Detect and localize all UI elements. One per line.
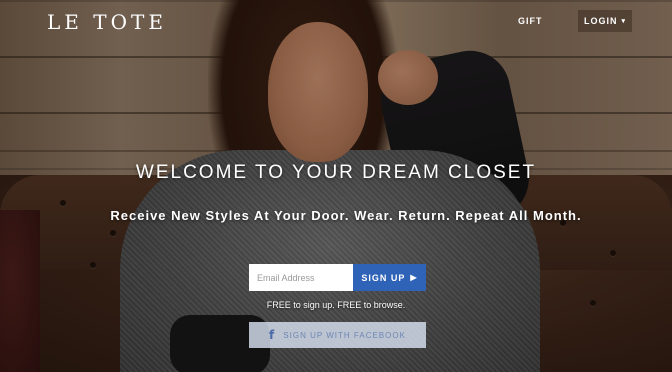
image-overlay xyxy=(0,0,672,372)
nav-gift-link[interactable]: GIFT xyxy=(518,16,543,26)
login-label: LOGIN xyxy=(583,16,618,26)
free-signup-text: FREE to sign up. FREE to browse. xyxy=(266,300,406,310)
sign-up-button[interactable]: SIGN UP ▶ xyxy=(353,264,426,291)
login-dropdown-button[interactable]: LOGIN ▾ xyxy=(578,10,632,32)
facebook-signup-button[interactable]: f SIGN UP WITH FACEBOOK xyxy=(249,322,426,348)
email-input[interactable] xyxy=(249,264,353,291)
hero-subheadline: Receive New Styles At Your Door. Wear. R… xyxy=(110,208,582,223)
hero-background: LE TOTE GIFT LOGIN ▾ WELCOME TO YOUR DRE… xyxy=(0,0,672,372)
arrow-right-icon: ▶ xyxy=(410,273,418,282)
sign-up-label: SIGN UP xyxy=(361,272,406,283)
hero-headline: WELCOME TO YOUR DREAM CLOSET xyxy=(135,162,537,183)
facebook-signup-label: SIGN UP WITH FACEBOOK xyxy=(283,330,406,340)
site-logo[interactable]: LE TOTE xyxy=(47,10,167,34)
chevron-down-icon: ▾ xyxy=(621,18,626,25)
facebook-icon: f xyxy=(269,328,276,342)
signup-form: SIGN UP ▶ xyxy=(249,264,426,291)
